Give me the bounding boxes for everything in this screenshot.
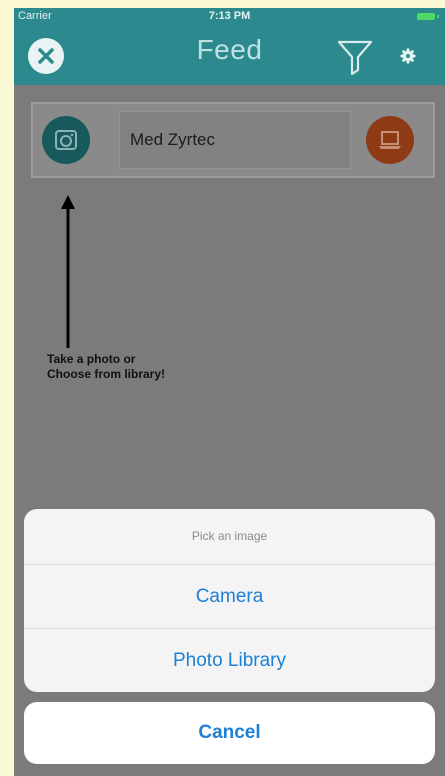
cancel-button[interactable]: Cancel bbox=[24, 702, 435, 764]
hint-arrow bbox=[61, 195, 75, 348]
clock: 7:13 PM bbox=[208, 10, 251, 22]
battery-icon bbox=[417, 13, 435, 20]
save-button[interactable] bbox=[366, 116, 414, 164]
filter-icon bbox=[337, 40, 373, 76]
camera-icon bbox=[55, 130, 77, 150]
settings-button[interactable] bbox=[398, 46, 418, 66]
battery-tip bbox=[437, 15, 439, 18]
entry-text-field[interactable]: Med Zyrtec bbox=[119, 111, 351, 169]
action-sheet: Pick an image Camera Photo Library bbox=[24, 509, 435, 692]
status-bar: Carrier 7:13 PM bbox=[14, 8, 445, 28]
phone-screen: Carrier 7:13 PM Feed Med Zyrtec Take a p… bbox=[14, 8, 445, 776]
action-sheet-title: Pick an image bbox=[24, 509, 435, 565]
hint-text: Take a photo or Choose from library! bbox=[47, 352, 166, 381]
page-title: Feed bbox=[196, 34, 263, 65]
entry-card: Med Zyrtec bbox=[31, 102, 435, 178]
camera-option[interactable]: Camera bbox=[24, 565, 435, 629]
nav-bar: Carrier 7:13 PM Feed bbox=[14, 8, 445, 85]
photo-library-option[interactable]: Photo Library bbox=[24, 629, 435, 692]
laptop-icon bbox=[379, 131, 401, 149]
gear-icon bbox=[400, 48, 416, 64]
camera-button[interactable] bbox=[42, 116, 90, 164]
filter-button[interactable] bbox=[335, 36, 375, 76]
